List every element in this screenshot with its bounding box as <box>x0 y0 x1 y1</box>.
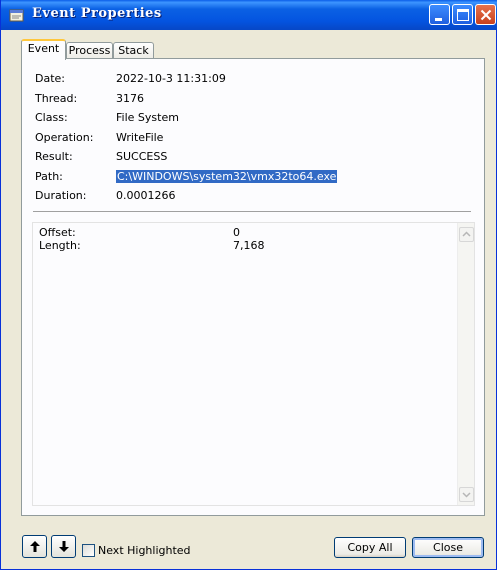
operation-label: Operation: <box>35 131 94 144</box>
class-value: File System <box>116 111 179 124</box>
operation-value: WriteFile <box>116 131 164 144</box>
title-bar[interactable]: Event Properties <box>1 0 497 30</box>
date-label: Date: <box>35 72 65 85</box>
result-label: Result: <box>35 150 73 163</box>
details-list[interactable]: Offset: 0 Length: 7,168 <box>32 222 475 506</box>
window-title: Event Properties <box>32 6 162 21</box>
event-properties-icon <box>9 7 25 23</box>
tab-stack[interactable]: Stack <box>113 42 154 59</box>
length-value: 7,168 <box>233 239 265 252</box>
duration-label: Duration: <box>35 189 87 202</box>
result-value: SUCCESS <box>116 150 168 163</box>
close-window-button[interactable] <box>475 4 496 25</box>
separator <box>33 211 471 212</box>
chevron-up-icon <box>462 231 471 237</box>
close-button[interactable]: Close <box>412 537 484 558</box>
path-value[interactable]: C:\WINDOWS\system32\vmx32to64.exe <box>116 170 338 183</box>
arrow-up-icon <box>30 541 40 552</box>
path-label: Path: <box>35 170 63 183</box>
chevron-down-icon <box>462 492 471 498</box>
minimize-button[interactable] <box>429 4 450 25</box>
maximize-icon <box>457 9 469 21</box>
arrow-down-icon <box>59 541 69 552</box>
offset-value: 0 <box>233 226 240 239</box>
thread-label: Thread: <box>35 92 78 105</box>
event-properties-dialog: Event Properties Event Process Stack Dat… <box>0 0 497 570</box>
scroll-down-button[interactable] <box>459 487 474 502</box>
maximize-button[interactable] <box>452 4 473 25</box>
tab-process[interactable]: Process <box>66 42 113 59</box>
date-value: 2022-10-3 11:31:09 <box>116 72 226 85</box>
copy-all-button[interactable]: Copy All <box>334 537 406 558</box>
scroll-up-button[interactable] <box>459 227 474 242</box>
close-icon <box>480 9 492 21</box>
minimize-icon <box>435 18 442 21</box>
offset-label: Offset: <box>39 226 76 239</box>
previous-event-button[interactable] <box>22 535 47 558</box>
tab-event[interactable]: Event <box>21 39 66 60</box>
next-highlighted-label[interactable]: Next Highlighted <box>98 544 191 557</box>
thread-value: 3176 <box>116 92 144 105</box>
next-event-button[interactable] <box>51 535 76 558</box>
class-label: Class: <box>35 111 68 124</box>
next-highlighted-checkbox[interactable] <box>82 544 95 557</box>
length-label: Length: <box>39 239 81 252</box>
vertical-scrollbar[interactable] <box>457 223 474 505</box>
duration-value: 0.0001266 <box>116 189 176 202</box>
